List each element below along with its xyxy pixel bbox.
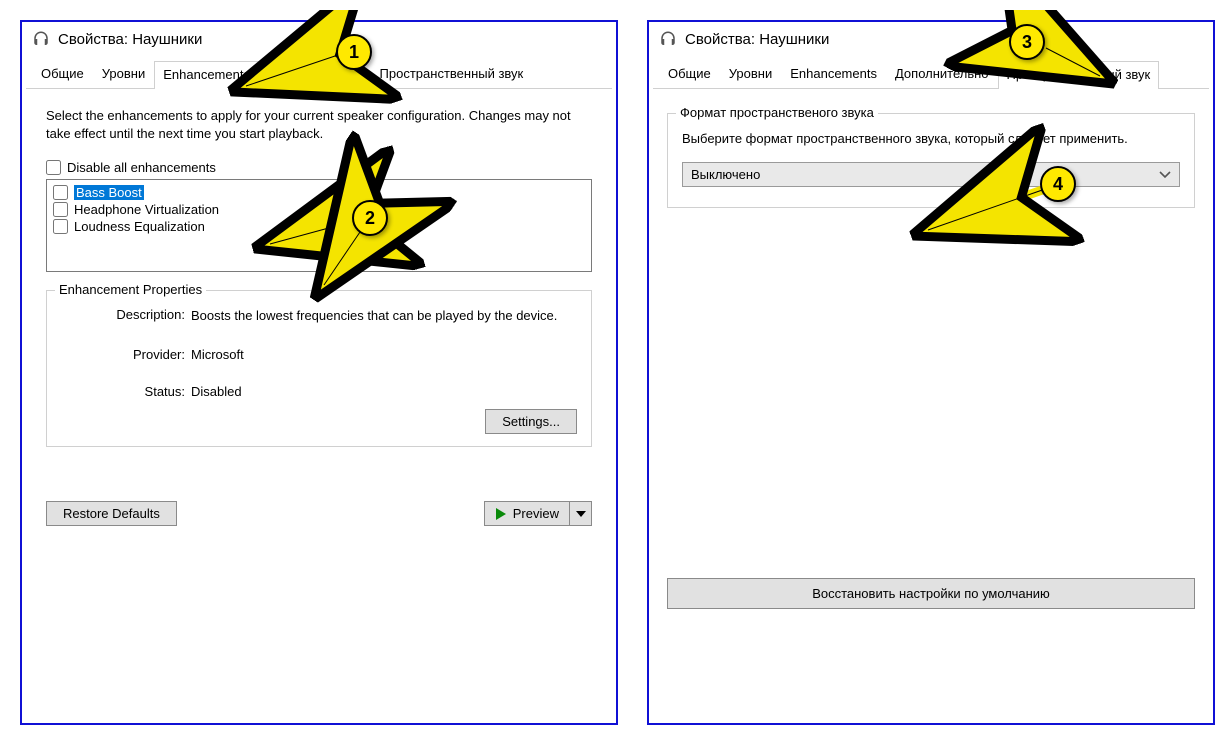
tab-strip: Общие Уровни Enhancements Дополнительно … bbox=[653, 60, 1209, 89]
preview-button[interactable]: Preview bbox=[485, 502, 569, 525]
properties-window-spatial-sound: Свойства: Наушники Общие Уровни Enhancem… bbox=[647, 20, 1215, 725]
callout-4: 4 bbox=[1040, 166, 1076, 202]
properties-window-enhancements: Свойства: Наушники Общие Уровни Enhancem… bbox=[20, 20, 618, 725]
group-legend: Enhancement Properties bbox=[55, 282, 206, 297]
enhancement-checkbox[interactable] bbox=[53, 219, 68, 234]
tab-levels[interactable]: Уровни bbox=[93, 60, 154, 88]
enhancements-instructions: Select the enhancements to apply for you… bbox=[46, 107, 592, 145]
window-titlebar: Свойства: Наушники bbox=[22, 22, 616, 60]
disable-all-checkbox-row[interactable]: Disable all enhancements bbox=[46, 160, 592, 175]
headphones-icon bbox=[32, 30, 50, 48]
enhancement-item-loudness-equalization[interactable]: Loudness Equalization bbox=[53, 218, 585, 235]
callout-3: 3 bbox=[1009, 24, 1045, 60]
window-title: Свойства: Наушники bbox=[58, 31, 202, 48]
tab-strip: Общие Уровни Enhancements Дополнительно … bbox=[26, 60, 612, 89]
bottom-button-row: Restore Defaults Preview bbox=[46, 501, 592, 526]
enhancement-label: Headphone Virtualization bbox=[74, 202, 219, 217]
window-titlebar: Свойства: Наушники bbox=[649, 22, 1213, 60]
enhancement-item-bass-boost[interactable]: Bass Boost bbox=[53, 184, 585, 201]
spatial-sound-format-group: Формат пространственого звука Выберите ф… bbox=[667, 113, 1195, 209]
enhancement-label: Loudness Equalization bbox=[74, 219, 205, 234]
callout-2: 2 bbox=[352, 200, 388, 236]
properties-grid: Description: Boosts the lowest frequenci… bbox=[61, 307, 577, 399]
enhancement-item-headphone-virtualization[interactable]: Headphone Virtualization bbox=[53, 201, 585, 218]
tab-spatial-sound[interactable]: Пространственный звук bbox=[371, 60, 533, 88]
tab-general[interactable]: Общие bbox=[659, 60, 720, 88]
tab-general[interactable]: Общие bbox=[32, 60, 93, 88]
chevron-down-icon bbox=[1159, 171, 1171, 179]
combobox-value: Выключено bbox=[691, 167, 1159, 182]
callout-1: 1 bbox=[336, 34, 372, 70]
group-legend: Формат пространственого звука bbox=[676, 105, 878, 120]
disable-all-checkbox[interactable] bbox=[46, 160, 61, 175]
tab-content: Select the enhancements to apply for you… bbox=[22, 89, 616, 545]
preview-dropdown-caret[interactable] bbox=[569, 502, 591, 525]
status-label: Status: bbox=[61, 384, 191, 399]
tab-advanced[interactable]: Дополнительно bbox=[886, 60, 998, 88]
disable-all-label: Disable all enhancements bbox=[67, 160, 216, 175]
window-title: Свойства: Наушники bbox=[685, 31, 829, 48]
preview-split-button[interactable]: Preview bbox=[484, 501, 592, 526]
settings-button[interactable]: Settings... bbox=[485, 409, 577, 434]
headphones-icon bbox=[659, 30, 677, 48]
caret-down-icon bbox=[576, 511, 586, 517]
restore-defaults-button[interactable]: Restore Defaults bbox=[46, 501, 177, 526]
spatial-format-combobox[interactable]: Выключено bbox=[682, 162, 1180, 187]
preview-label: Preview bbox=[513, 506, 559, 521]
spatial-instructions: Выберите формат пространственного звука,… bbox=[682, 130, 1180, 149]
status-value: Disabled bbox=[191, 384, 577, 399]
enhancement-checkbox[interactable] bbox=[53, 202, 68, 217]
enhancement-label: Bass Boost bbox=[74, 185, 144, 200]
provider-label: Provider: bbox=[61, 347, 191, 362]
restore-defaults-button[interactable]: Восстановить настройки по умолчанию bbox=[667, 578, 1195, 609]
description-value: Boosts the lowest frequencies that can b… bbox=[191, 307, 577, 325]
enhancement-properties-group: Enhancement Properties Description: Boos… bbox=[46, 290, 592, 447]
tab-enhancements[interactable]: Enhancements bbox=[154, 61, 259, 89]
enhancements-list: Bass Boost Headphone Virtualization Loud… bbox=[46, 179, 592, 272]
tab-spatial-sound[interactable]: Пространственный звук bbox=[998, 61, 1160, 89]
description-label: Description: bbox=[61, 307, 191, 325]
provider-value: Microsoft bbox=[191, 347, 577, 362]
play-icon bbox=[495, 508, 507, 520]
tab-levels[interactable]: Уровни bbox=[720, 60, 781, 88]
enhancement-checkbox[interactable] bbox=[53, 185, 68, 200]
tab-content: Формат пространственого звука Выберите ф… bbox=[649, 89, 1213, 628]
tab-enhancements[interactable]: Enhancements bbox=[781, 60, 886, 88]
